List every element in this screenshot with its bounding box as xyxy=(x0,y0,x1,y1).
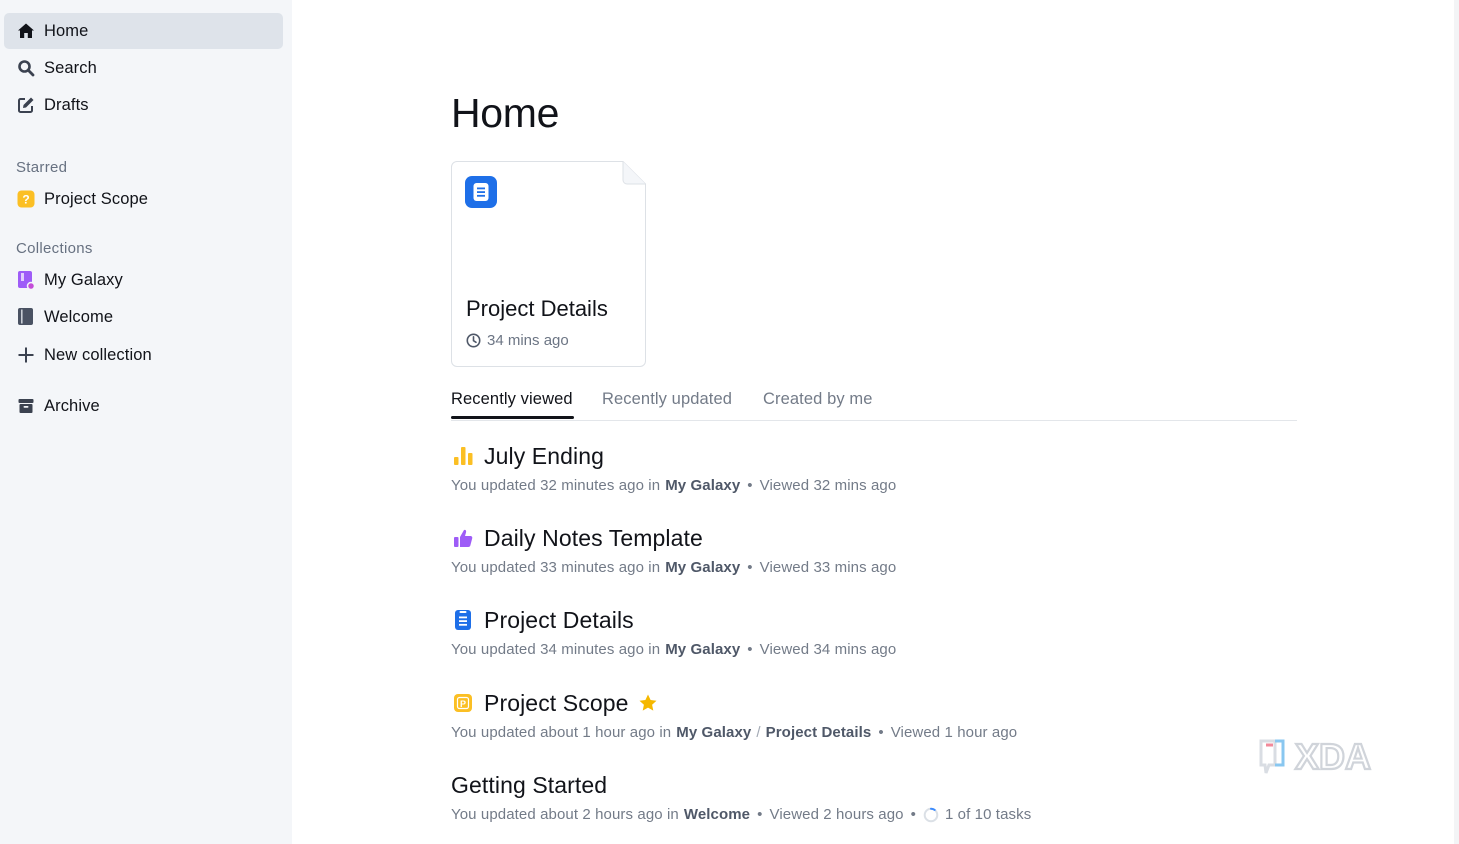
clock-icon xyxy=(466,333,481,348)
meta-viewed: Viewed 34 mins ago xyxy=(759,641,897,658)
tab-recently-viewed[interactable]: Recently viewed xyxy=(451,390,573,409)
card-meta: 34 mins ago xyxy=(466,332,569,349)
sidebar-item-label: Home xyxy=(44,21,89,40)
document-title[interactable]: Getting Started xyxy=(451,772,607,799)
meta-updated: You updated about 1 hour ago in xyxy=(451,724,672,741)
star-icon[interactable] xyxy=(638,693,658,713)
tab-created-by-me[interactable]: Created by me xyxy=(763,390,873,409)
new-collection-button[interactable]: New collection xyxy=(4,337,283,373)
document-title[interactable]: July Ending xyxy=(484,443,604,470)
sidebar-item-label: Archive xyxy=(44,396,100,415)
plus-icon xyxy=(16,345,36,365)
sidebar-item-label: My Galaxy xyxy=(44,270,123,289)
thumbs-up-icon xyxy=(451,526,475,550)
list-item[interactable]: Getting Started You updated about 2 hour… xyxy=(451,770,1297,824)
breadcrumb-separator: / xyxy=(756,724,761,741)
meta-collection-link[interactable]: Welcome xyxy=(684,806,750,823)
meta-updated: You updated about 2 hours ago in xyxy=(451,806,679,823)
meta-tasks: 1 of 10 tasks xyxy=(944,806,1032,823)
bar-chart-icon xyxy=(451,444,475,468)
list-item[interactable]: Daily Notes Template You updated 33 minu… xyxy=(451,523,1297,577)
document-icon xyxy=(451,608,475,632)
svg-text:P: P xyxy=(460,699,466,709)
sidebar-item-label: New collection xyxy=(44,345,152,364)
separator-dot: • xyxy=(757,806,763,823)
active-tab-indicator xyxy=(451,416,574,419)
page-title: Home xyxy=(451,90,560,136)
separator-dot: • xyxy=(878,724,884,741)
sidebar-item-project-scope[interactable]: ? Project Scope xyxy=(4,181,283,217)
document-icon xyxy=(465,176,497,208)
list-item[interactable]: July Ending You updated 32 minutes ago i… xyxy=(451,441,1297,495)
task-progress-icon xyxy=(923,807,939,822)
sidebar-item-home[interactable]: Home xyxy=(4,13,283,49)
archive-icon xyxy=(16,396,36,416)
sidebar: Home Search Drafts Starred ? Project Sco… xyxy=(0,0,292,844)
document-title[interactable]: Project Scope xyxy=(484,690,629,717)
window-edge xyxy=(1454,0,1459,844)
meta-parent-link[interactable]: Project Details xyxy=(766,724,872,741)
document-meta: You updated 33 minutes ago in My Galaxy … xyxy=(451,559,1297,576)
watermark-text: XDA xyxy=(1295,736,1371,777)
card-title: Project Details xyxy=(466,296,608,321)
document-meta: You updated about 1 hour ago in My Galax… xyxy=(451,724,1297,741)
sidebar-item-archive[interactable]: Archive xyxy=(4,388,283,424)
p-badge-icon: P xyxy=(451,691,475,715)
tab-recently-updated[interactable]: Recently updated xyxy=(602,390,732,409)
tab-bar: Recently viewed Recently updated Created… xyxy=(451,388,1297,421)
pinned-document-card[interactable]: Project Details 34 mins ago xyxy=(451,161,646,367)
separator-dot: • xyxy=(747,641,753,658)
list-item[interactable]: P Project Scope You updated about 1 hour… xyxy=(451,688,1297,742)
document-title[interactable]: Project Details xyxy=(484,607,634,634)
search-icon xyxy=(16,58,36,78)
separator-dot: • xyxy=(747,559,753,576)
separator-dot: • xyxy=(747,477,753,494)
document-meta: You updated 32 minutes ago in My Galaxy … xyxy=(451,477,1297,494)
meta-viewed: Viewed 32 mins ago xyxy=(759,477,897,494)
card-time: 34 mins ago xyxy=(487,332,569,349)
sidebar-item-welcome[interactable]: Welcome xyxy=(4,299,283,335)
home-icon xyxy=(16,21,36,41)
sidebar-item-label: Project Scope xyxy=(44,189,149,208)
meta-collection-link[interactable]: My Galaxy xyxy=(676,724,751,741)
sidebar-item-search[interactable]: Search xyxy=(4,50,283,86)
document-title[interactable]: Daily Notes Template xyxy=(484,525,703,552)
document-meta: You updated about 2 hours ago in Welcome… xyxy=(451,806,1297,823)
svg-text:?: ? xyxy=(22,193,29,207)
question-badge-icon: ? xyxy=(16,189,36,209)
collection-purple-icon xyxy=(16,270,36,290)
collections-header: Collections xyxy=(16,240,93,257)
book-icon xyxy=(16,307,36,327)
meta-collection-link[interactable]: My Galaxy xyxy=(665,477,740,494)
list-item[interactable]: Project Details You updated 34 minutes a… xyxy=(451,605,1297,659)
meta-viewed: Viewed 33 mins ago xyxy=(759,559,897,576)
meta-collection-link[interactable]: My Galaxy xyxy=(665,559,740,576)
meta-updated: You updated 32 minutes ago in xyxy=(451,477,661,494)
meta-updated: You updated 34 minutes ago in xyxy=(451,641,661,658)
sidebar-item-drafts[interactable]: Drafts xyxy=(4,87,283,123)
separator-dot: • xyxy=(910,806,916,823)
edit-icon xyxy=(16,95,36,115)
document-meta: You updated 34 minutes ago in My Galaxy … xyxy=(451,641,1297,658)
sidebar-item-label: Drafts xyxy=(44,95,89,114)
sidebar-item-label: Welcome xyxy=(44,307,114,326)
meta-viewed: Viewed 2 hours ago xyxy=(769,806,904,823)
meta-collection-link[interactable]: My Galaxy xyxy=(665,641,740,658)
meta-updated: You updated 33 minutes ago in xyxy=(451,559,661,576)
sidebar-item-label: Search xyxy=(44,58,97,77)
meta-viewed: Viewed 1 hour ago xyxy=(890,724,1018,741)
starred-header: Starred xyxy=(16,159,68,176)
sidebar-item-my-galaxy[interactable]: My Galaxy xyxy=(4,262,283,298)
xda-watermark-logo: XDA xyxy=(1259,735,1372,778)
